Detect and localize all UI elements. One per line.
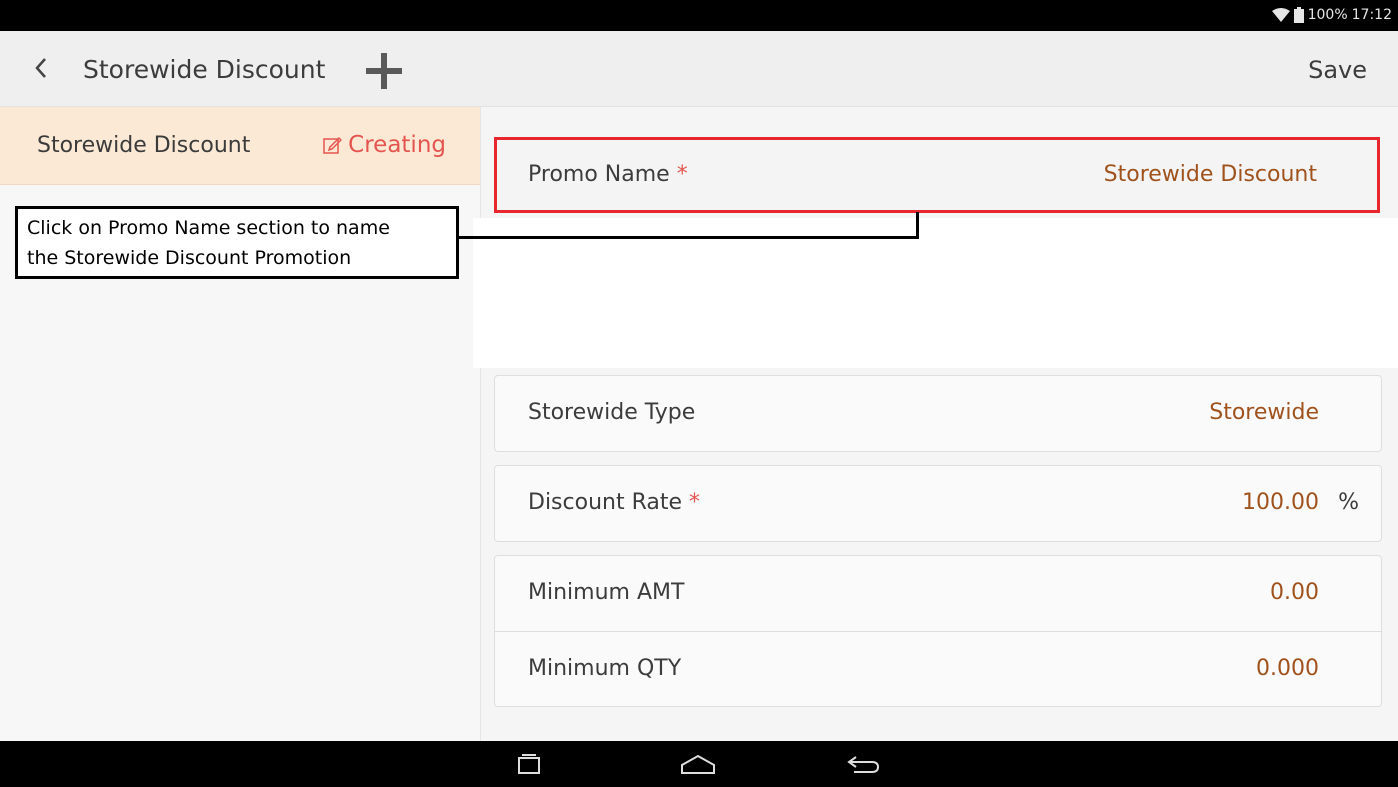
storewide-type-value: Storewide xyxy=(1209,400,1319,425)
back-chevron-icon xyxy=(35,58,46,78)
recent-apps-button[interactable] xyxy=(505,749,553,779)
annotation-line-1: Click on Promo Name section to name xyxy=(27,217,390,239)
back-nav-button[interactable] xyxy=(840,749,888,779)
annotation-connector xyxy=(916,212,919,239)
minimum-amt-value: 0.00 xyxy=(1270,580,1319,605)
back-button[interactable] xyxy=(26,53,56,83)
minimum-amt-row[interactable]: Minimum AMT 0.00 xyxy=(495,556,1381,631)
wifi-icon xyxy=(1271,8,1290,22)
status-bar: 100% 17:12 xyxy=(0,0,1398,31)
required-mark: * xyxy=(689,490,701,515)
promo-name-value: Storewide Discount xyxy=(1103,162,1317,187)
minimums-card: Minimum AMT 0.00 Minimum QTY 0.000 xyxy=(494,555,1382,707)
minimum-qty-value: 0.000 xyxy=(1256,656,1319,681)
home-icon xyxy=(681,754,715,774)
discount-rate-row[interactable]: Discount Rate * 100.00 % xyxy=(495,466,1381,541)
storewide-type-row[interactable]: Storewide Type Storewide xyxy=(495,376,1381,451)
minimum-amt-label: Minimum AMT xyxy=(528,580,685,605)
annotation-callout: Click on Promo Name section to name the … xyxy=(15,206,459,279)
recent-apps-icon xyxy=(518,754,540,774)
back-icon xyxy=(847,756,880,773)
save-button[interactable]: Save xyxy=(1308,56,1367,84)
discount-rate-value: 100.00 xyxy=(1242,490,1319,515)
storewide-type-card: Storewide Type Storewide xyxy=(494,375,1382,452)
battery-level: 100% xyxy=(1307,7,1348,23)
app-toolbar: Storewide Discount Save xyxy=(0,31,1398,107)
home-button[interactable] xyxy=(674,749,722,779)
annotation-backdrop xyxy=(473,218,1398,368)
discount-rate-label: Discount Rate * xyxy=(528,490,701,515)
promo-name-label: Promo Name * xyxy=(528,162,688,187)
required-mark: * xyxy=(676,162,688,187)
list-item-status: Creating xyxy=(322,132,446,158)
status-label: Creating xyxy=(348,132,446,158)
status-indicators: 100% 17:12 xyxy=(1271,5,1392,25)
minimum-qty-label: Minimum QTY xyxy=(528,656,682,681)
promo-name-row[interactable]: Promo Name * Storewide Discount xyxy=(497,140,1377,215)
list-item-title: Storewide Discount xyxy=(37,133,251,158)
annotation-line-2: the Storewide Discount Promotion xyxy=(27,247,352,269)
annotation-connector xyxy=(459,236,919,239)
storewide-type-label: Storewide Type xyxy=(528,400,696,425)
add-button[interactable] xyxy=(364,51,404,91)
page-title: Storewide Discount xyxy=(83,55,326,84)
promo-list-pane: Storewide Discount Creating xyxy=(0,107,481,741)
system-nav-bar xyxy=(0,741,1398,787)
clock: 17:12 xyxy=(1351,7,1392,23)
minimum-qty-row[interactable]: Minimum QTY 0.000 xyxy=(495,631,1381,706)
discount-rate-unit: % xyxy=(1338,490,1359,515)
plus-icon xyxy=(366,53,402,89)
discount-rate-card: Discount Rate * 100.00 % xyxy=(494,465,1382,542)
list-item[interactable]: Storewide Discount Creating xyxy=(0,107,480,185)
promo-name-card: Promo Name * Storewide Discount xyxy=(494,137,1380,213)
edit-icon xyxy=(323,136,343,154)
battery-icon xyxy=(1293,7,1304,23)
